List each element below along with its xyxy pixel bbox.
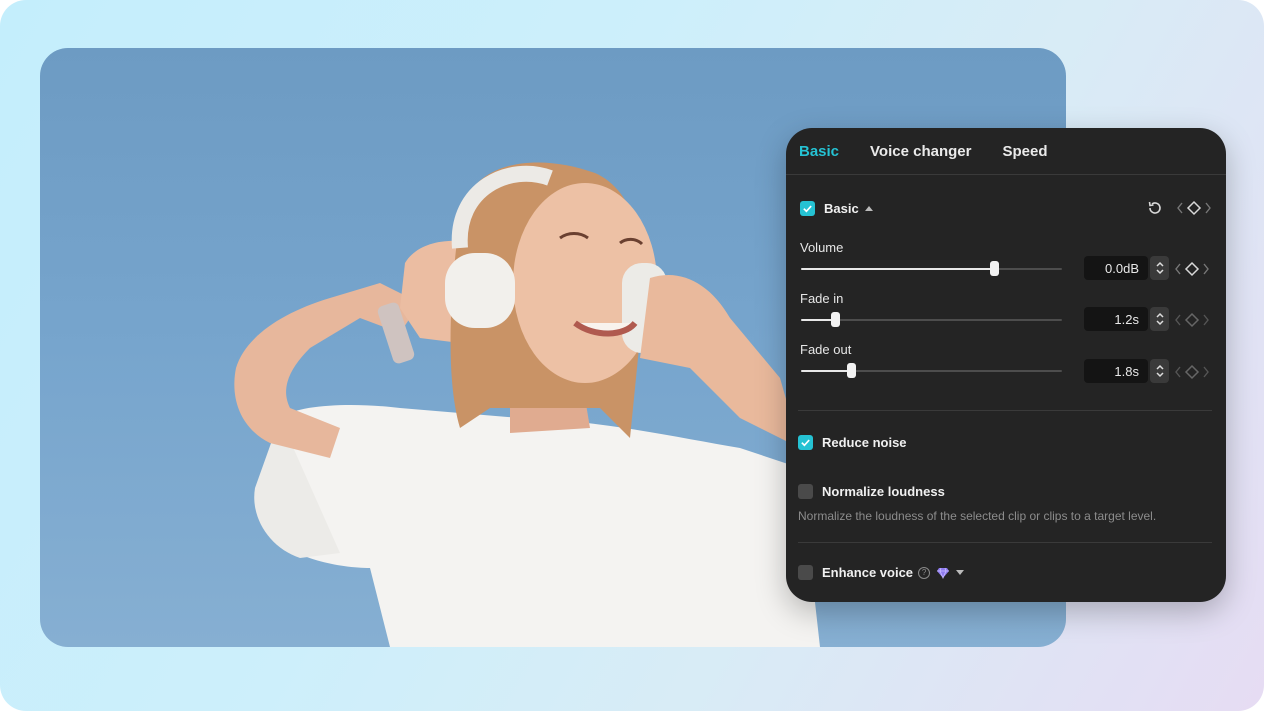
check-icon [803,205,812,212]
section-divider [798,542,1212,543]
keyframe-prev-icon[interactable] [1174,263,1182,275]
normalize-loudness-checkbox[interactable] [798,484,813,499]
enhance-voice-checkbox[interactable] [798,565,813,580]
stepper-arrows-icon [1155,261,1164,275]
volume-stepper[interactable] [1150,256,1169,280]
basic-enable-checkbox[interactable] [800,200,815,216]
fade-in-slider[interactable] [801,312,1062,327]
tab-voice-changer[interactable]: Voice changer [870,143,971,160]
fade-in-slider-thumb[interactable] [830,312,840,327]
basic-section-label: Basic [824,200,859,216]
fade-out-label: Fade out [800,342,852,357]
fade-out-slider-thumb[interactable] [846,363,856,378]
check-icon [801,439,810,447]
tab-bar: Basic Voice changer Speed [786,128,1226,175]
collapse-caret-icon[interactable] [864,205,873,211]
section-divider [798,410,1212,411]
fade-out-stepper[interactable] [1150,359,1169,383]
stepper-arrows-icon [1155,364,1164,378]
normalize-loudness-option[interactable]: Normalize loudness [798,484,945,499]
normalize-loudness-description: Normalize the loudness of the selected c… [798,509,1157,523]
fade-in-slider-fill [801,319,835,321]
tab-basic[interactable]: Basic [799,143,839,160]
basic-section-header: Basic [800,198,1212,218]
keyframe-prev-icon[interactable] [1174,366,1182,378]
fade-in-label: Fade in [800,291,844,306]
chevron-down-icon[interactable] [956,570,965,575]
volume-slider-thumb[interactable] [990,261,1000,276]
tab-speed[interactable]: Speed [1002,143,1047,160]
premium-gem-icon [937,567,950,579]
fade-out-slider-fill [801,370,851,372]
keyframe-prev-icon[interactable] [1176,202,1184,214]
keyframe-next-icon[interactable] [1204,202,1212,214]
keyframe-next-icon[interactable] [1202,366,1210,378]
help-icon[interactable]: ? [918,566,931,579]
keyframe-icon[interactable] [1186,200,1202,216]
keyframe-prev-icon[interactable] [1174,314,1182,326]
enhance-voice-option[interactable]: Enhance voice ? [798,565,965,580]
fade-in-value-field[interactable]: 1.2s [1084,307,1148,331]
stepper-arrows-icon [1155,312,1164,326]
reduce-noise-checkbox[interactable] [798,435,813,450]
page-background: Basic Voice changer Speed Basic Volume 0… [0,0,1264,711]
keyframe-icon[interactable] [1184,364,1200,380]
normalize-loudness-label: Normalize loudness [822,484,945,499]
audio-settings-panel: Basic Voice changer Speed Basic Volume 0… [786,128,1226,602]
keyframe-icon[interactable] [1184,261,1200,277]
reduce-noise-label: Reduce noise [822,435,907,450]
volume-slider[interactable] [801,261,1062,276]
fade-in-stepper[interactable] [1150,307,1169,331]
volume-slider-fill [801,268,995,270]
keyframe-icon[interactable] [1184,312,1200,328]
keyframe-next-icon[interactable] [1202,314,1210,326]
fade-out-value-field[interactable]: 1.8s [1084,359,1148,383]
enhance-voice-label: Enhance voice [822,565,914,580]
volume-label: Volume [800,240,844,255]
reset-icon[interactable] [1146,199,1164,217]
keyframe-next-icon[interactable] [1202,263,1210,275]
reduce-noise-option[interactable]: Reduce noise [798,435,907,450]
fade-out-slider[interactable] [801,363,1062,378]
volume-value-field[interactable]: 0.0dB [1084,256,1148,280]
